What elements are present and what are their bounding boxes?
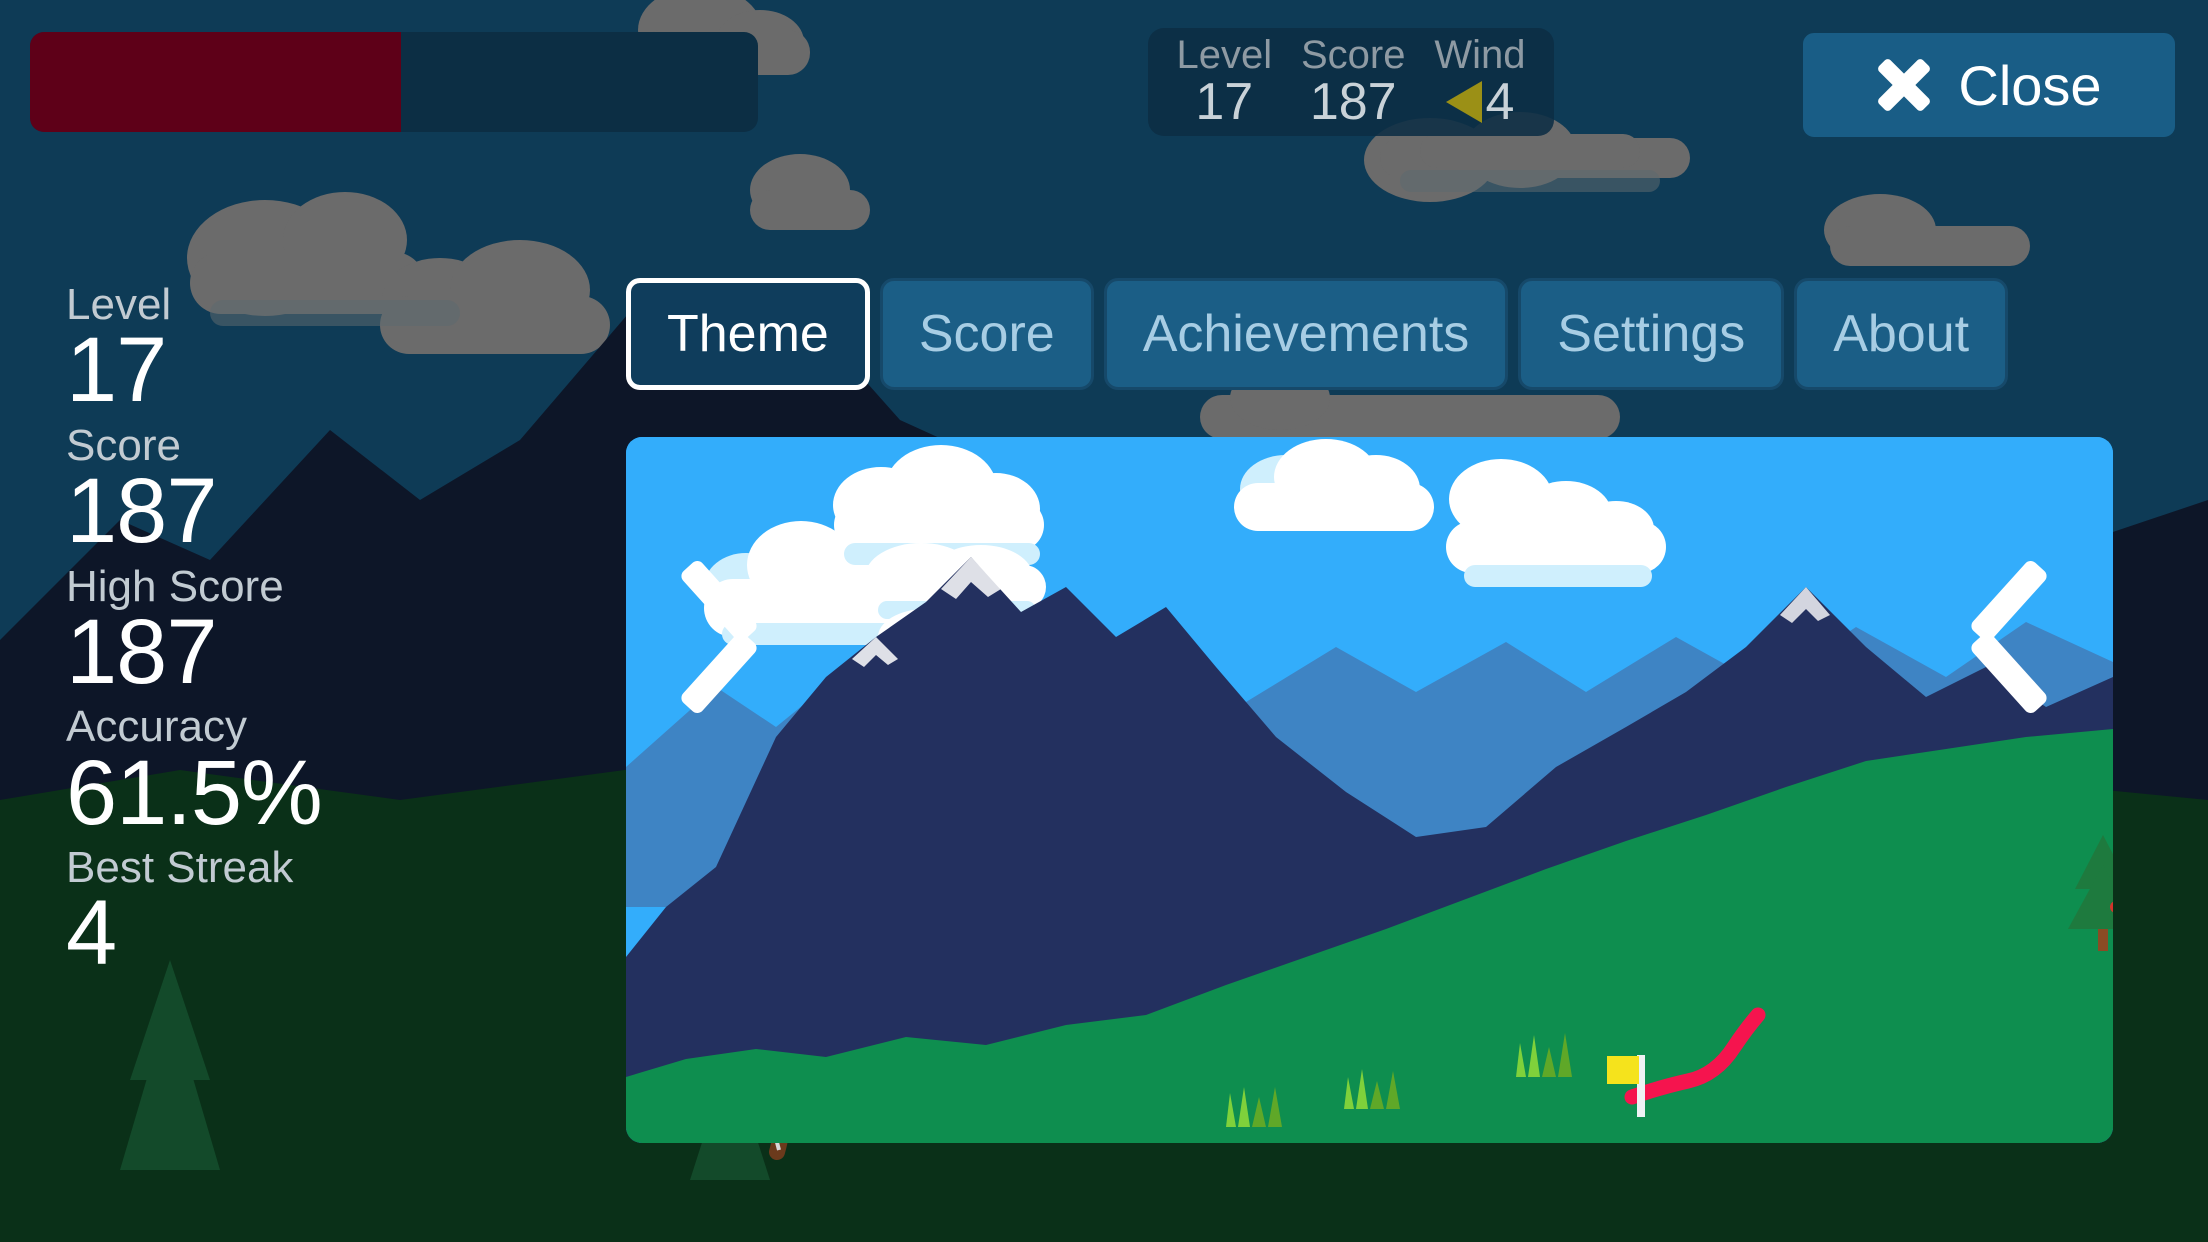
tab-about[interactable]: About [1794, 278, 2009, 390]
stats-panel: Level 17 Score 187 High Score 187 Accura… [66, 272, 446, 985]
hud-level: Level 17 [1176, 35, 1272, 129]
stat-best-streak: Best Streak 4 [66, 843, 446, 985]
theme-preview-panel [626, 437, 2113, 1143]
tab-achievements-label: Achievements [1142, 305, 1470, 363]
close-button[interactable]: Close [1800, 30, 2178, 140]
hud-level-label: Level [1176, 33, 1273, 78]
game-screen: Level 17 Score 187 Wind 4 Close Level 17… [0, 0, 2208, 1242]
stat-accuracy: Accuracy 61.5% [66, 704, 446, 844]
stat-score: Score 187 [66, 422, 446, 562]
stat-high-score-value: 187 [66, 600, 218, 703]
theme-preview-artwork [626, 437, 2113, 1143]
tab-theme[interactable]: Theme [626, 278, 870, 390]
stat-best-streak-value: 4 [66, 882, 117, 985]
stat-high-score: High Score 187 [66, 563, 446, 703]
hud-panel: Level 17 Score 187 Wind 4 [1148, 28, 1554, 136]
stat-level-value: 17 [66, 319, 167, 422]
preview-prev-theme-button[interactable] [656, 637, 796, 877]
close-button-label: Close [1958, 53, 2102, 117]
power-progress-bar [30, 32, 758, 132]
stat-level: Level 17 [66, 281, 446, 422]
hud-wind: Wind 4 [1434, 35, 1525, 129]
stat-score-value: 187 [66, 460, 218, 562]
tab-settings[interactable]: Settings [1518, 278, 1785, 390]
stat-accuracy-value: 61.5% [66, 741, 323, 844]
tab-achievements[interactable]: Achievements [1103, 278, 1509, 390]
tab-theme-label: Theme [667, 305, 829, 363]
hud-wind-label: Wind [1434, 33, 1526, 78]
hud-wind-value-row: 4 [1434, 72, 1525, 131]
power-progress-fill [30, 32, 402, 132]
settings-tab-bar: Theme Score Achievements Settings About [626, 278, 2009, 390]
tab-settings-label: Settings [1557, 305, 1746, 363]
hud-score: Score 187 [1301, 35, 1406, 129]
close-x-icon [1876, 57, 1932, 113]
hud-score-label: Score [1300, 33, 1406, 78]
tab-score[interactable]: Score [879, 278, 1094, 390]
hud-level-value: 17 [1195, 72, 1254, 131]
preview-next-theme-button[interactable] [1946, 637, 2086, 877]
tab-score-label: Score [918, 305, 1055, 363]
wind-direction-arrow-left-icon [1445, 81, 1482, 124]
hud-score-value: 187 [1309, 72, 1397, 131]
tab-about-label: About [1833, 305, 1970, 363]
stat-best-streak-label: Best Streak [66, 843, 294, 893]
hud-wind-value: 4 [1485, 72, 1515, 131]
